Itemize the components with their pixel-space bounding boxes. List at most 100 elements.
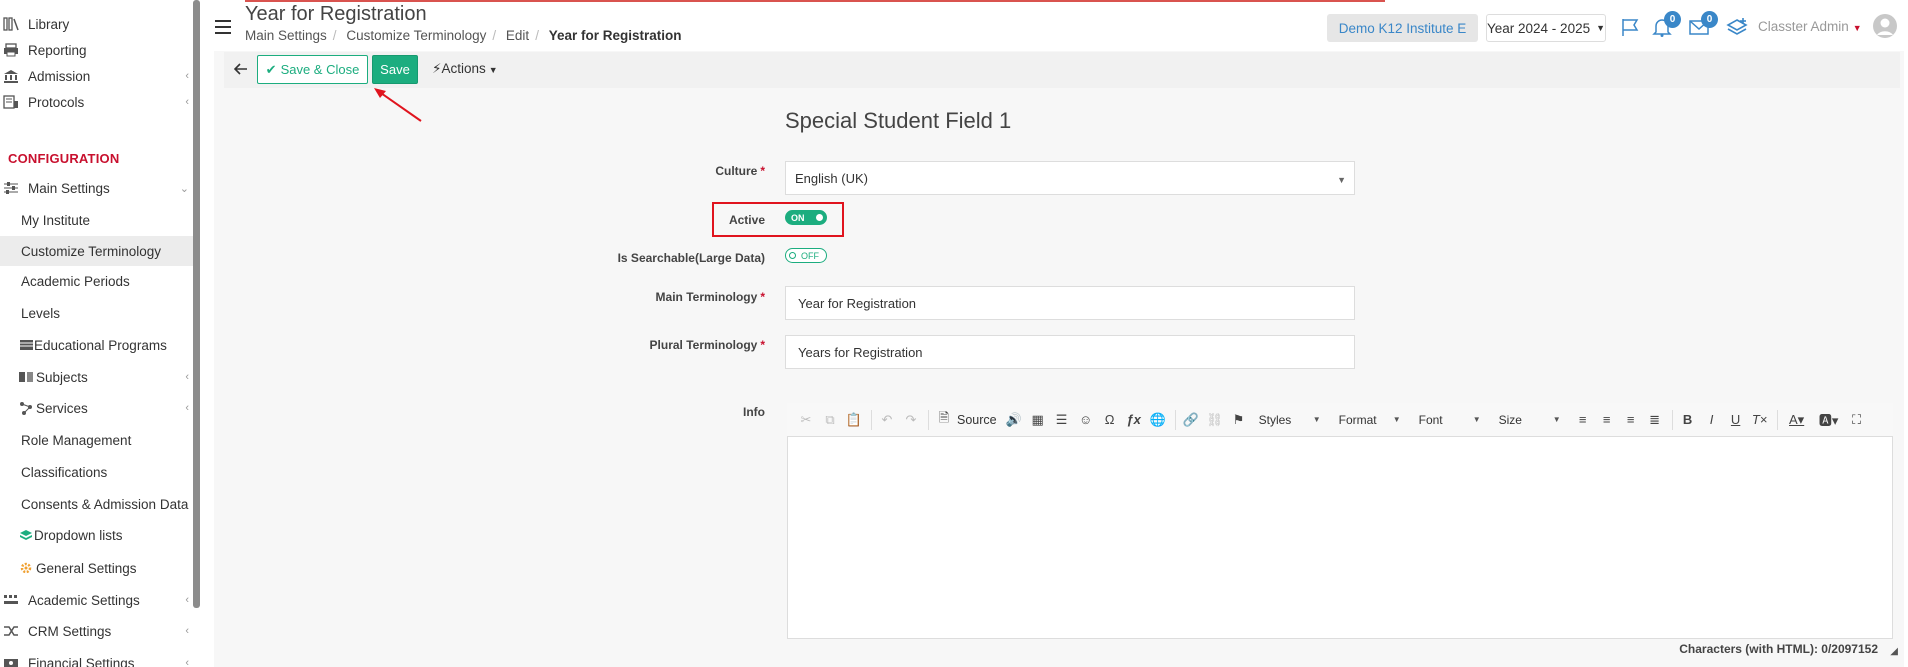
book-icon xyxy=(19,370,33,384)
breadcrumb-edit[interactable]: Edit xyxy=(506,28,529,43)
font-dropdown[interactable]: Font ▼ xyxy=(1412,408,1488,432)
sidebar-item-dropdown-lists[interactable]: Dropdown lists xyxy=(0,520,193,550)
avatar[interactable] xyxy=(1873,14,1897,38)
annotation-highlight xyxy=(712,202,844,237)
culture-select[interactable]: English (UK) ▼ xyxy=(785,161,1355,195)
align-center-icon[interactable]: ≡ xyxy=(1596,409,1618,431)
sidebar-item-crm-settings[interactable]: CRM Settings ‹ xyxy=(0,616,193,646)
form-title: Special Student Field 1 xyxy=(785,108,1012,133)
redo-icon[interactable]: ↷ xyxy=(900,409,922,431)
source-button[interactable]: Source xyxy=(957,413,997,427)
main-terminology-input[interactable] xyxy=(785,286,1355,320)
sidebar-item-protocols[interactable]: Protocols ‹ xyxy=(0,87,193,117)
cut-icon[interactable]: ✂ xyxy=(795,409,817,431)
align-left-icon[interactable]: ≡ xyxy=(1572,409,1594,431)
sidebar-item-label: Academic Periods xyxy=(21,273,130,289)
smiley-icon[interactable]: ☺ xyxy=(1075,409,1097,431)
sidebar-item-label: Academic Settings xyxy=(28,592,140,608)
formula-icon[interactable]: ƒx xyxy=(1123,409,1145,431)
main-terminology-label: Main Terminology * xyxy=(655,290,765,304)
breadcrumb-customize-terminology[interactable]: Customize Terminology xyxy=(346,28,486,43)
save-close-label: Save & Close xyxy=(280,62,360,77)
chevron-left-icon: ‹ xyxy=(185,657,189,667)
sidebar-item-my-institute[interactable]: My Institute xyxy=(0,205,193,235)
sidebar-item-label: CRM Settings xyxy=(28,623,112,639)
back-arrow-icon[interactable] xyxy=(230,58,252,80)
sidebar: Library Reporting Admission ‹ Protocols … xyxy=(0,0,200,667)
italic-icon[interactable]: I xyxy=(1701,409,1723,431)
sidebar-section-title: CONFIGURATION xyxy=(8,151,120,166)
sidebar-item-label: Services xyxy=(36,400,88,416)
sidebar-item-academic-periods[interactable]: Academic Periods xyxy=(0,266,193,296)
user-menu[interactable]: Classter Admin ▼ xyxy=(1758,19,1862,34)
save-button[interactable]: Save xyxy=(372,55,418,84)
globe-icon[interactable]: 🌐 xyxy=(1147,409,1169,431)
check-icon: ✔ xyxy=(265,61,277,77)
sidebar-item-academic-settings[interactable]: Academic Settings ‹ xyxy=(0,585,193,615)
rich-text-editor[interactable] xyxy=(787,403,1893,639)
size-dropdown[interactable]: Size ▼ xyxy=(1492,408,1568,432)
text-color-icon[interactable]: A▾ xyxy=(1782,409,1812,431)
year-selector-label: Year 2024 - 2025 xyxy=(1487,20,1591,36)
printer-icon xyxy=(2,43,20,57)
sidebar-item-label: Reporting xyxy=(28,42,87,58)
caret-down-icon: ▼ xyxy=(1596,23,1605,33)
speaker-icon[interactable]: 🔊 xyxy=(1003,409,1025,431)
sidebar-item-services[interactable]: Services ‹ xyxy=(0,393,193,423)
bold-icon[interactable]: B xyxy=(1677,409,1699,431)
sidebar-item-subjects[interactable]: Subjects ‹ xyxy=(0,362,193,392)
breadcrumb-main-settings[interactable]: Main Settings xyxy=(245,28,327,43)
horizontal-line-icon[interactable]: ☰ xyxy=(1051,409,1073,431)
underline-icon[interactable]: U xyxy=(1725,409,1747,431)
header-accent-line xyxy=(245,0,1385,2)
remove-format-icon[interactable]: T× xyxy=(1749,409,1771,431)
flag-icon[interactable] xyxy=(1617,14,1643,40)
plural-terminology-input[interactable] xyxy=(785,335,1355,369)
programs-icon xyxy=(19,338,33,352)
caret-down-icon: ▼ xyxy=(1852,23,1862,33)
save-close-button[interactable]: ✔ Save & Close xyxy=(257,55,368,84)
undo-icon[interactable]: ↶ xyxy=(876,409,898,431)
copy-icon[interactable]: ⧉ xyxy=(819,409,841,431)
background-color-icon[interactable]: 🅰▾ xyxy=(1814,409,1844,431)
align-right-icon[interactable]: ≡ xyxy=(1620,409,1642,431)
align-justify-icon[interactable]: ≣ xyxy=(1644,409,1666,431)
gears-icon xyxy=(19,561,33,575)
sidebar-item-label: Protocols xyxy=(28,94,85,110)
omega-icon[interactable]: Ω xyxy=(1099,409,1121,431)
network-icon xyxy=(19,401,33,415)
shuffle-icon xyxy=(2,624,20,638)
unlink-icon[interactable]: ⛓ xyxy=(1204,409,1226,431)
sidebar-item-customize-terminology[interactable]: Customize Terminology xyxy=(0,236,193,266)
link-icon[interactable]: 🔗 xyxy=(1180,409,1202,431)
layers-icon xyxy=(19,528,33,542)
styles-dropdown[interactable]: Styles ▼ xyxy=(1252,408,1328,432)
sidebar-item-classifications[interactable]: Classifications xyxy=(0,457,193,487)
table-icon[interactable]: ▦ xyxy=(1027,409,1049,431)
paste-icon[interactable]: 📋 xyxy=(843,409,865,431)
hamburger-menu-icon[interactable] xyxy=(215,20,231,34)
chevron-left-icon: ‹ xyxy=(185,96,189,108)
caret-down-icon: ▼ xyxy=(1337,175,1346,185)
sidebar-item-label: Main Settings xyxy=(28,180,110,196)
grid-dots-icon xyxy=(2,593,20,607)
actions-dropdown[interactable]: ⚡Actions ▼ xyxy=(432,61,498,77)
institute-selector[interactable]: Demo K12 Institute E xyxy=(1327,14,1478,42)
sidebar-item-educational-programs[interactable]: Educational Programs xyxy=(0,330,193,360)
sidebar-item-financial-settings[interactable]: Financial Settings ‹ xyxy=(0,648,193,667)
year-selector[interactable]: Year 2024 - 2025 ▼ xyxy=(1486,14,1606,42)
format-dropdown[interactable]: Format ▼ xyxy=(1332,408,1408,432)
anchor-flag-icon[interactable]: ⚑ xyxy=(1228,409,1250,431)
sidebar-item-main-settings[interactable]: Main Settings ⌄ xyxy=(0,173,193,203)
resize-handle-icon[interactable]: ◢ xyxy=(1890,646,1898,657)
maximize-icon[interactable]: ⛶ xyxy=(1846,409,1868,431)
sidebar-item-consents[interactable]: Consents & Admission Data xyxy=(0,489,193,519)
caret-down-icon: ▼ xyxy=(488,65,498,75)
sidebar-item-role-management[interactable]: Role Management xyxy=(0,425,193,455)
searchable-toggle[interactable]: OFF xyxy=(785,248,827,263)
actions-label: Actions xyxy=(441,61,486,76)
sidebar-item-levels[interactable]: Levels xyxy=(0,298,193,328)
layers-plus-icon[interactable] xyxy=(1724,14,1750,40)
sidebar-scrollbar[interactable] xyxy=(193,0,200,608)
sidebar-item-general-settings[interactable]: General Settings xyxy=(0,553,193,583)
